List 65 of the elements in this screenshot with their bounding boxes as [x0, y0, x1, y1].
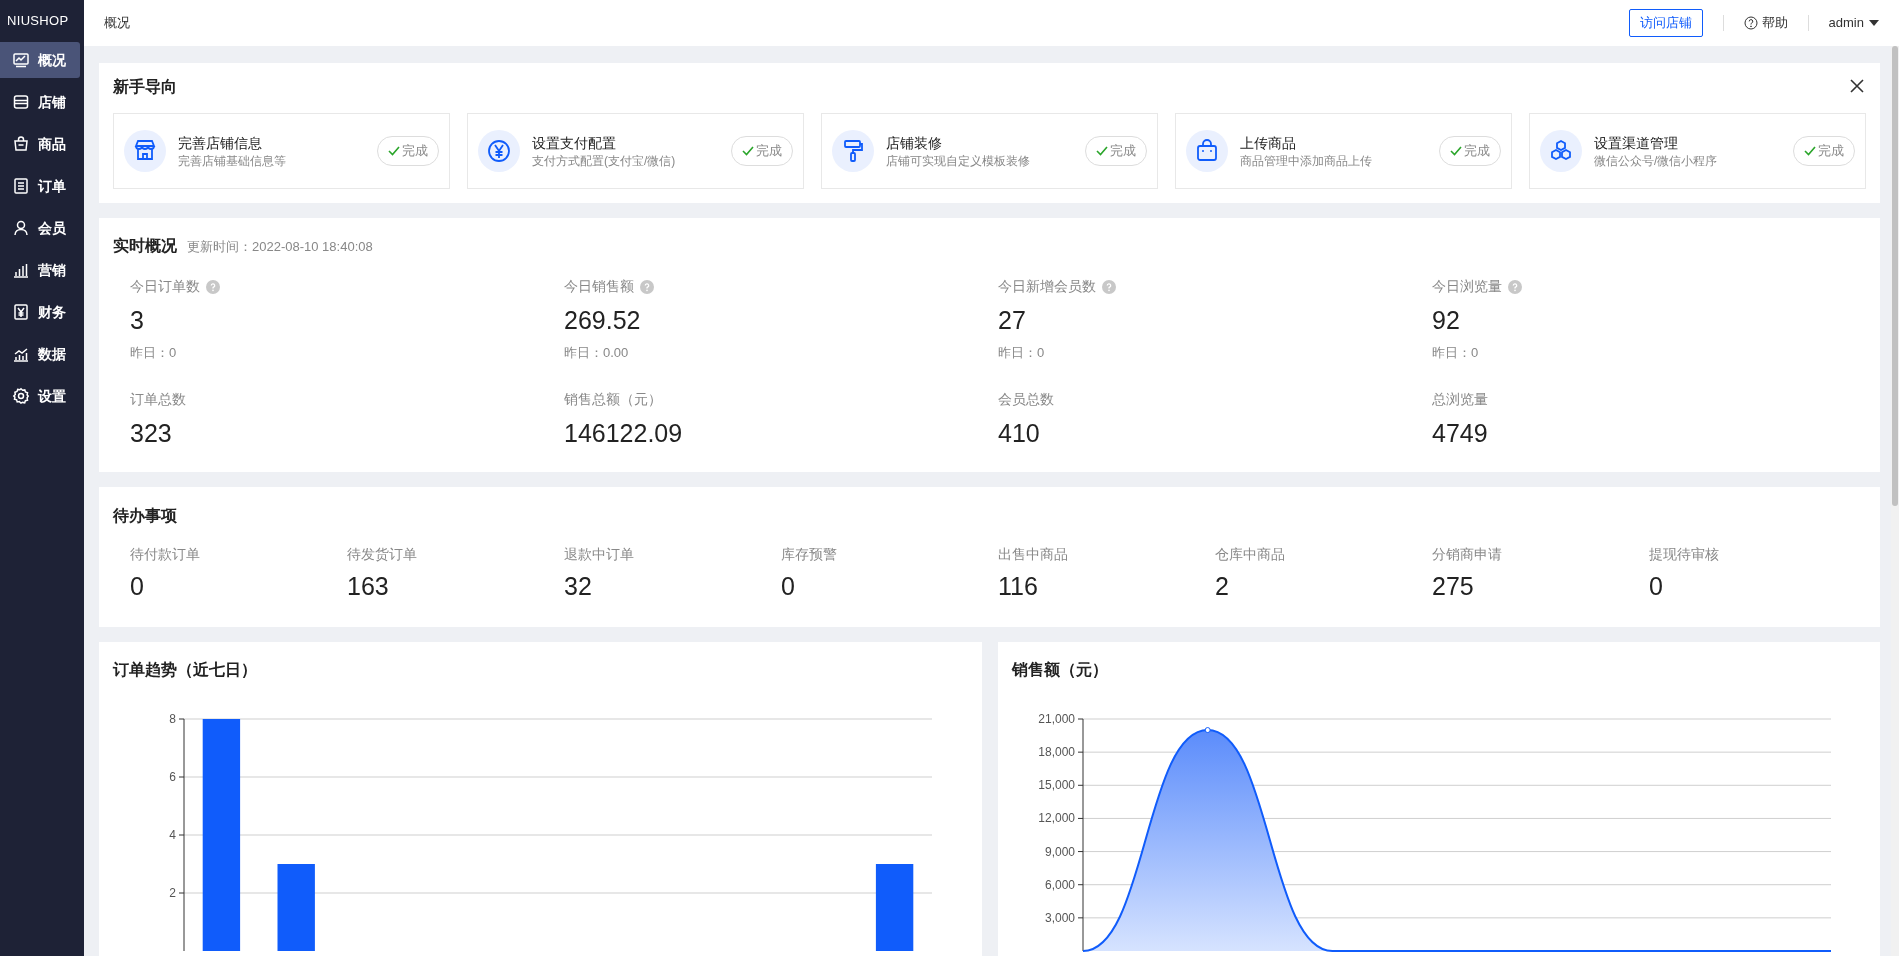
stat-label: 今日订单数 [130, 277, 200, 296]
todo-count: 2 [1215, 571, 1230, 601]
stat-value: 3 [130, 305, 145, 335]
y-tick-label: 6 [169, 770, 176, 784]
section-title: 新手导向 [113, 77, 177, 97]
todo-count: 0 [781, 571, 796, 601]
todo-count: 163 [347, 571, 390, 601]
todo-label: 待付款订单 [130, 545, 201, 564]
breadcrumb: 概况 [104, 14, 131, 33]
logo: NIUSHOP [6, 12, 70, 31]
todo-label: 退款中订单 [564, 545, 635, 564]
step-description: 完善店铺基础信息等 [178, 153, 287, 169]
step-title: 店铺装修 [886, 134, 943, 153]
step-title: 设置渠道管理 [1594, 134, 1679, 153]
step-title: 设置支付配置 [532, 134, 617, 153]
y-tick-label: 2 [169, 886, 176, 900]
todo-label: 待发货订单 [347, 545, 418, 564]
y-tick-label: 18,000 [1037, 745, 1075, 760]
stat-label: 总浏览量 [1432, 389, 1489, 409]
yesterday-value: 昨日：0 [1432, 344, 1480, 362]
stat-value: 27 [998, 305, 1027, 335]
yesterday-value: 昨日：0 [130, 344, 178, 362]
y-tick-label: 8 [169, 712, 176, 726]
stat-value: 269.52 [564, 305, 642, 335]
stat-label: 会员总数 [998, 389, 1055, 409]
todo-count: 0 [1649, 571, 1664, 601]
todo-label: 出售中商品 [998, 545, 1069, 564]
section-title: 待办事项 [113, 506, 178, 526]
todo-count: 116 [998, 571, 1039, 601]
stat-value: 410 [998, 417, 1041, 448]
yesterday-value: 昨日：0.00 [564, 344, 630, 362]
y-tick-label: 15,000 [1037, 778, 1075, 793]
y-tick-label: 4 [169, 828, 176, 842]
stat-label: 今日浏览量 [1432, 277, 1502, 296]
update-time: 更新时间：2022-08-10 18:40:08 [187, 238, 373, 256]
todo-label: 提现待审核 [1649, 545, 1720, 564]
stat-label: 今日新增会员数 [998, 277, 1096, 296]
y-tick-label: 3,000 [1044, 910, 1075, 925]
step-title: 完善店铺信息 [178, 134, 263, 153]
stat-value: 92 [1432, 305, 1461, 335]
todo-label: 分销商申请 [1432, 545, 1503, 564]
todo-label: 仓库中商品 [1215, 545, 1286, 564]
y-tick-label: 12,000 [1037, 811, 1075, 826]
y-tick-label: 9,000 [1044, 844, 1075, 859]
y-tick-label: 6,000 [1044, 877, 1075, 892]
step-description: 微信公众号/微信小程序 [1594, 153, 1719, 169]
todo-count: 0 [130, 571, 145, 601]
stat-label: 今日销售额 [564, 277, 634, 296]
todo-count: 275 [1432, 571, 1475, 601]
section-title: 实时概况 [113, 236, 177, 256]
chart-title: 订单趋势（近七日） [111, 660, 258, 680]
step-title: 上传商品 [1240, 134, 1297, 153]
step-description: 支付方式配置(支付宝/微信) [532, 153, 677, 169]
todo-label: 库存预警 [781, 545, 838, 564]
yesterday-value: 昨日：0 [998, 344, 1046, 362]
stat-label: 销售总额（元） [564, 389, 663, 409]
step-description: 店铺可实现自定义模板装修 [886, 153, 1031, 169]
todo-count: 32 [564, 571, 593, 601]
y-tick-label: 21,000 [1037, 712, 1075, 726]
stat-value: 146122.09 [564, 417, 684, 448]
stat-label: 订单总数 [130, 389, 187, 409]
stat-value: 4749 [1432, 417, 1489, 448]
chart-title: 销售额（元） [1010, 660, 1109, 680]
step-description: 商品管理中添加商品上传 [1240, 153, 1373, 169]
stat-value: 323 [130, 417, 173, 448]
